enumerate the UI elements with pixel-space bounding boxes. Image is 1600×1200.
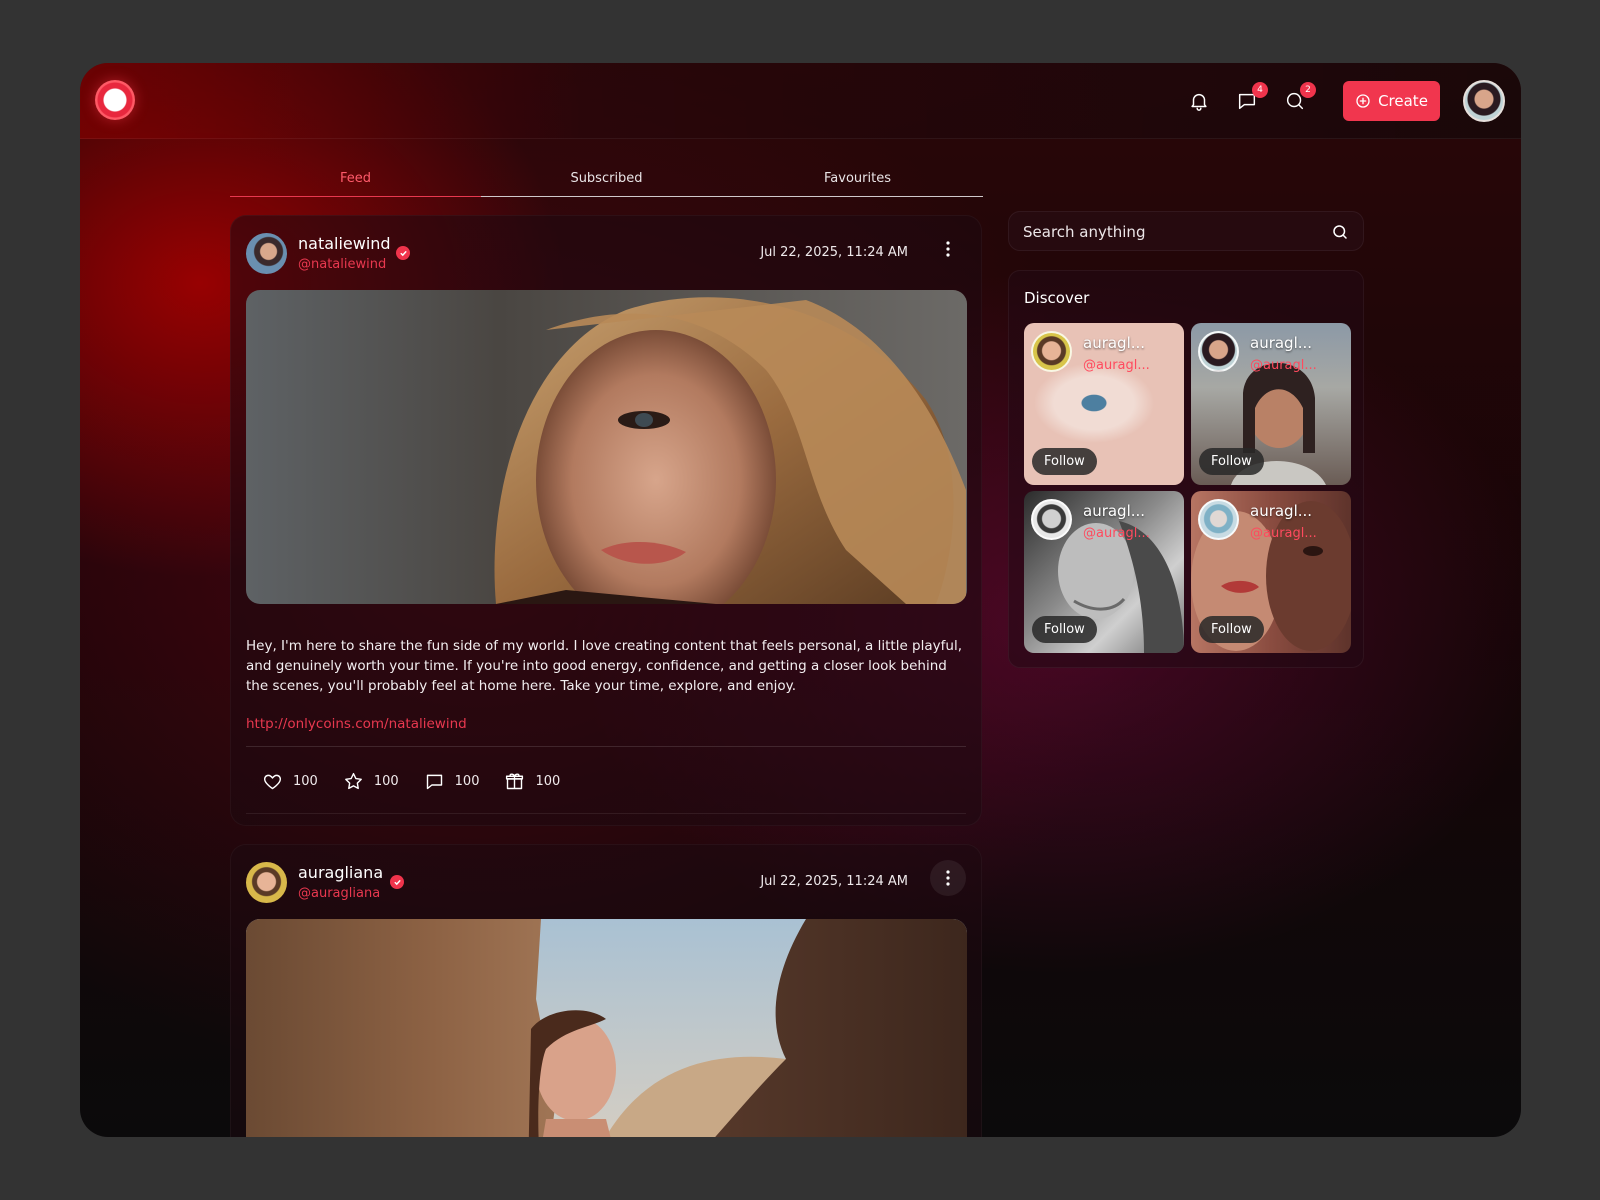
- discover-card[interactable]: auragl... @auragl... Follow: [1024, 323, 1184, 485]
- favourite-button[interactable]: 100: [343, 771, 399, 792]
- post-header: auragliana @auragliana Jul 22, 2025, 11:…: [246, 860, 966, 906]
- tab-favourites[interactable]: Favourites: [732, 171, 983, 197]
- post-actions: 100 100 100 100: [262, 769, 585, 793]
- card-handle: @auragl...: [1083, 358, 1150, 373]
- star-count: 100: [373, 773, 399, 789]
- search-chat-icon[interactable]: 2: [1284, 82, 1316, 114]
- avatar[interactable]: [246, 862, 287, 903]
- search-icon[interactable]: [1331, 223, 1349, 241]
- like-count: 100: [293, 773, 318, 789]
- discover-panel: Discover auragl... @auragl... Follow aur…: [1008, 270, 1364, 668]
- comment-count: 100: [454, 773, 480, 789]
- post-username[interactable]: nataliewind: [298, 234, 391, 253]
- post-image[interactable]: [246, 290, 967, 604]
- more-options-icon[interactable]: [930, 860, 966, 896]
- search-chat-badge: 2: [1300, 82, 1316, 98]
- follow-button[interactable]: Follow: [1032, 616, 1097, 643]
- divider: [246, 813, 966, 814]
- user-avatar[interactable]: [1463, 80, 1505, 122]
- card-name: auragl...: [1250, 334, 1313, 352]
- create-label: Create: [1378, 92, 1428, 110]
- follow-button[interactable]: Follow: [1199, 448, 1264, 475]
- post-handle[interactable]: @auragliana: [298, 886, 380, 901]
- discover-title: Discover: [1024, 289, 1090, 307]
- verified-icon: [396, 246, 410, 260]
- logo-icon[interactable]: [95, 80, 135, 120]
- search-bar: [1008, 211, 1364, 252]
- search-input[interactable]: [1023, 212, 1323, 252]
- verified-icon: [390, 875, 404, 889]
- card-handle: @auragl...: [1250, 358, 1317, 373]
- bell-icon[interactable]: [1188, 90, 1212, 114]
- gift-button[interactable]: 100: [504, 771, 560, 792]
- avatar: [1198, 499, 1239, 540]
- discover-card[interactable]: auragl... @auragl... Follow: [1191, 323, 1351, 485]
- post-card: auragliana @auragliana Jul 22, 2025, 11:…: [230, 844, 982, 1137]
- card-name: auragl...: [1083, 334, 1146, 352]
- top-bar: 4 2 Create: [80, 63, 1521, 139]
- avatar: [1031, 331, 1072, 372]
- card-name: auragl...: [1083, 502, 1146, 520]
- post-text: Hey, I'm here to share the fun side of m…: [246, 638, 962, 694]
- post-header: nataliewind @nataliewind Jul 22, 2025, 1…: [246, 231, 966, 277]
- post-handle[interactable]: @nataliewind: [298, 257, 386, 272]
- post-card: nataliewind @nataliewind Jul 22, 2025, 1…: [230, 215, 982, 826]
- chat-icon[interactable]: 4: [1236, 82, 1268, 114]
- comment-button[interactable]: 100: [424, 771, 480, 792]
- card-handle: @auragl...: [1083, 526, 1150, 541]
- avatar: [1031, 499, 1072, 540]
- more-options-icon[interactable]: [930, 231, 966, 267]
- tab-subscribed[interactable]: Subscribed: [481, 171, 732, 197]
- comment-icon: [426, 774, 442, 789]
- avatar: [1198, 331, 1239, 372]
- post-timestamp: Jul 22, 2025, 11:24 AM: [760, 874, 908, 889]
- app-window: 4 2 Create Feed Subscribed Favourites na…: [80, 63, 1521, 1137]
- discover-card[interactable]: auragl... @auragl... Follow: [1191, 491, 1351, 653]
- gift-count: 100: [535, 773, 561, 789]
- avatar[interactable]: [246, 233, 287, 274]
- post-timestamp: Jul 22, 2025, 11:24 AM: [760, 245, 908, 260]
- follow-button[interactable]: Follow: [1032, 448, 1097, 475]
- card-handle: @auragl...: [1250, 526, 1317, 541]
- post-link[interactable]: http://onlycoins.com/nataliewind: [246, 716, 467, 732]
- create-button[interactable]: Create: [1343, 81, 1440, 121]
- star-icon: [344, 772, 362, 789]
- plus-circle-icon: [1356, 94, 1370, 108]
- follow-button[interactable]: Follow: [1199, 616, 1264, 643]
- like-button[interactable]: 100: [262, 771, 318, 792]
- divider: [246, 746, 966, 747]
- card-name: auragl...: [1250, 502, 1313, 520]
- heart-icon: [264, 774, 281, 789]
- gift-icon: [506, 772, 524, 789]
- discover-card[interactable]: auragl... @auragl... Follow: [1024, 491, 1184, 653]
- post-image[interactable]: [246, 919, 967, 1137]
- tab-feed[interactable]: Feed: [230, 171, 481, 197]
- post-username[interactable]: auragliana: [298, 863, 383, 882]
- feed-tabs: Feed Subscribed Favourites: [230, 171, 983, 197]
- chat-badge: 4: [1252, 82, 1268, 98]
